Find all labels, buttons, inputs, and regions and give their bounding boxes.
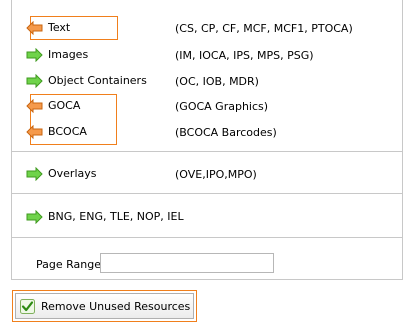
resource-row-label: Images [48, 48, 89, 61]
resource-row-description: (OVE,IPO,MPO) [175, 168, 257, 181]
resource-row-label: Object Containers [48, 74, 147, 87]
resource-row-description: (GOCA Graphics) [175, 100, 269, 113]
resource-row-description: (CS, CP, CF, MCF, MCF1, PTOCA) [175, 22, 353, 35]
remove-unused-resources-button[interactable]: Remove Unused Resources [12, 290, 197, 322]
resource-row-label: Overlays [48, 167, 97, 180]
right-green-arrow-icon [26, 73, 43, 89]
checkmark-icon [20, 298, 35, 314]
resource-row-label: GOCA [48, 99, 81, 112]
separator [11, 151, 403, 152]
page-range-label: Page Range: [36, 258, 105, 271]
resource-row-label: BCOCA [48, 125, 87, 138]
left-orange-arrow-icon [26, 20, 43, 36]
remove-unused-resources-label: Remove Unused Resources [41, 299, 191, 313]
left-orange-arrow-icon [26, 98, 43, 114]
right-green-arrow-icon [26, 47, 43, 63]
right-green-arrow-icon [26, 166, 43, 182]
text-highlight [30, 16, 118, 40]
resource-row-description: (IM, IOCA, IPS, MPS, PSG) [175, 49, 314, 62]
right-green-arrow-icon [26, 209, 43, 225]
left-orange-arrow-icon [26, 124, 43, 140]
resource-row-description: (BCOCA Barcodes) [175, 126, 277, 139]
remove-unused-resources-inner[interactable]: Remove Unused Resources [15, 293, 194, 319]
resource-row-label: BNG, ENG, TLE, NOP, IEL [48, 210, 184, 223]
resource-options-page: Text (CS, CP, CF, MCF, MCF1, PTOCA) Imag… [0, 0, 417, 329]
page-range-input[interactable] [100, 253, 274, 273]
separator [11, 193, 403, 194]
separator [11, 237, 403, 238]
resource-row-label: Text [48, 21, 71, 34]
resource-row-description: (OC, IOB, MDR) [175, 75, 259, 88]
